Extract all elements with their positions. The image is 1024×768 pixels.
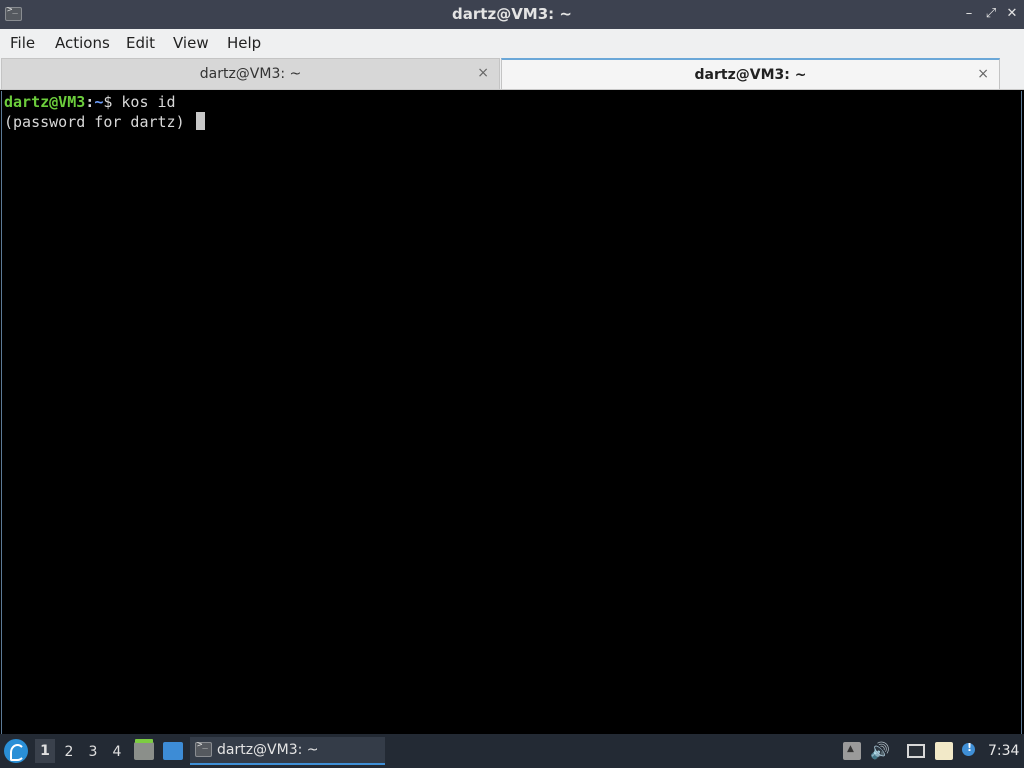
window-titlebar[interactable]: dartz@VM3: ~ – ⤢ ✕ (0, 0, 1024, 29)
clipboard-icon[interactable] (935, 742, 953, 760)
tab-terminal-1[interactable]: dartz@VM3: ~ × (1, 58, 500, 89)
terminal-area[interactable]: dartz@VM3:~$ kos id (password for dartz) (1, 91, 1022, 734)
clock[interactable]: 7:34 (988, 743, 1019, 759)
close-icon[interactable]: ✕ (1005, 6, 1019, 22)
tab-label: dartz@VM3: ~ (694, 67, 807, 83)
tab-label: dartz@VM3: ~ (199, 66, 302, 82)
tab-close-icon[interactable]: × (477, 65, 489, 81)
menu-file[interactable]: File (10, 34, 35, 52)
prompt-symbol: $ (103, 93, 122, 111)
workspace-2[interactable]: 2 (59, 744, 79, 760)
terminal-output-line: (password for dartz) (4, 112, 205, 132)
prompt-user: dartz@VM3 (4, 93, 86, 111)
workspace-1[interactable]: 1 (35, 739, 55, 763)
prompt-separator: : (85, 93, 95, 111)
terminal-cursor (195, 112, 205, 130)
taskbar: 1 2 3 4 dartz@VM3: ~ 🔊 7:34 (0, 734, 1024, 768)
volume-icon[interactable]: 🔊 (870, 742, 890, 760)
minimize-icon[interactable]: – (962, 6, 976, 22)
file-manager-icon[interactable] (134, 739, 154, 760)
menu-help[interactable]: Help (227, 34, 261, 52)
window-title: dartz@VM3: ~ (452, 5, 572, 23)
task-label: dartz@VM3: ~ (217, 742, 319, 758)
tray-expand-icon[interactable] (843, 742, 861, 760)
tab-close-icon[interactable]: × (977, 66, 989, 82)
notification-icon[interactable] (961, 741, 979, 760)
menu-edit[interactable]: Edit (126, 34, 155, 52)
task-button-terminal[interactable]: dartz@VM3: ~ (190, 737, 385, 765)
tab-bar: dartz@VM3: ~ × dartz@VM3: ~ × (0, 57, 1024, 90)
network-icon[interactable] (907, 744, 925, 758)
workspace-4[interactable]: 4 (107, 744, 127, 760)
terminal-command: kos id (121, 93, 176, 111)
menu-bar: File Actions Edit View Help (0, 29, 1024, 57)
terminal-prompt-line: dartz@VM3:~$ kos id (4, 92, 176, 112)
start-menu-icon[interactable] (4, 739, 28, 763)
show-desktop-icon[interactable] (163, 742, 183, 760)
menu-view[interactable]: View (173, 34, 209, 52)
tab-terminal-2[interactable]: dartz@VM3: ~ × (501, 58, 1000, 89)
password-prompt: (password for dartz) (4, 113, 194, 131)
terminal-icon (195, 740, 212, 757)
workspace-3[interactable]: 3 (83, 744, 103, 760)
maximize-icon[interactable]: ⤢ (984, 6, 998, 22)
prompt-path: ~ (94, 93, 104, 111)
menu-actions[interactable]: Actions (55, 34, 110, 52)
